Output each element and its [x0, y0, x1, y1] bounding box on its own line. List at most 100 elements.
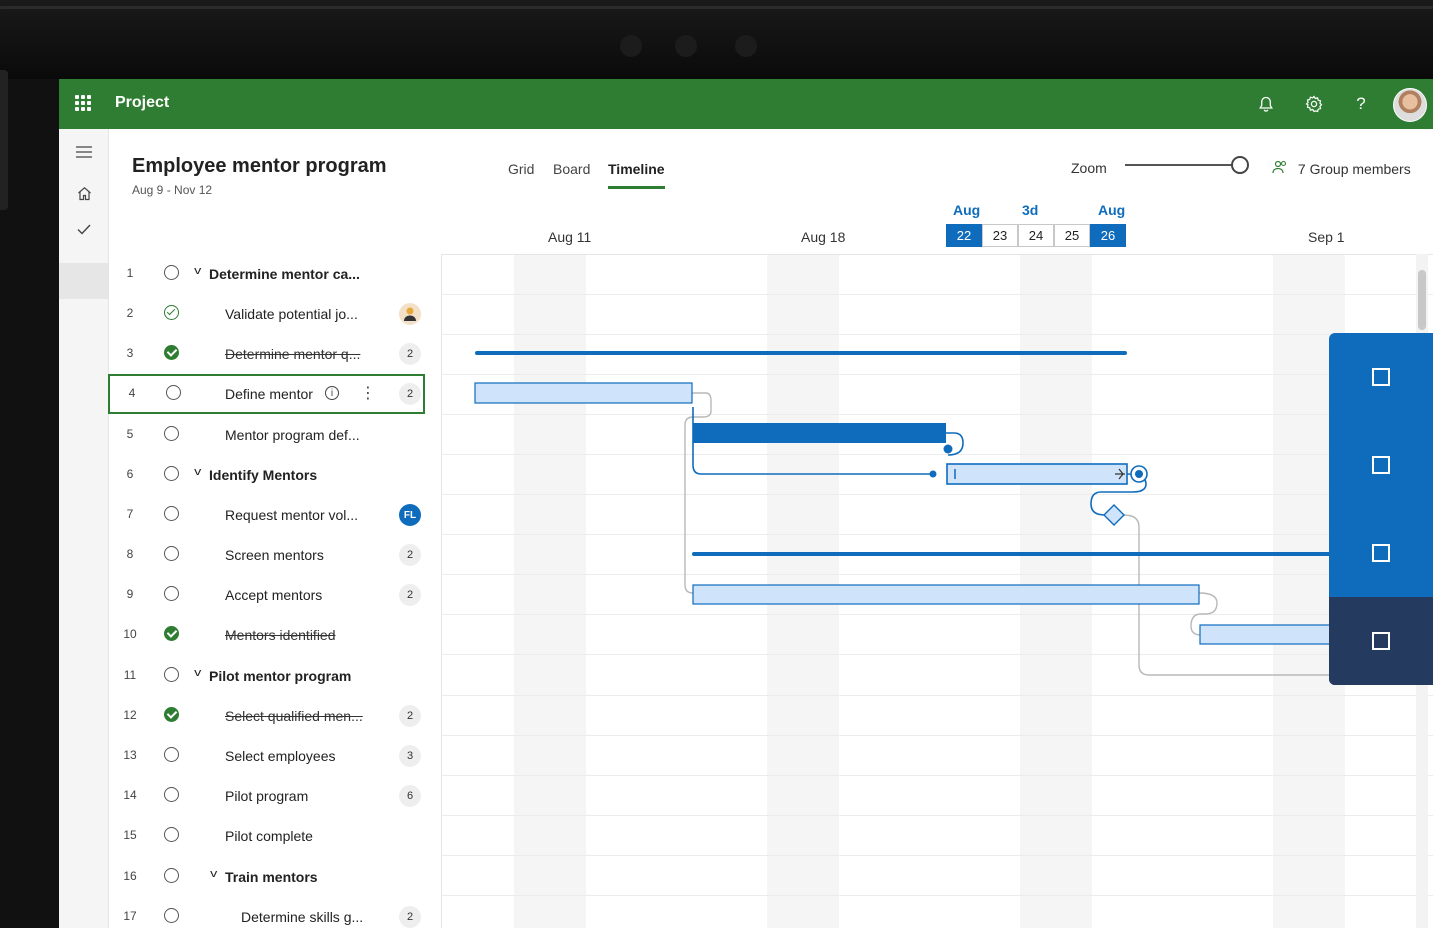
hamburger-menu-icon[interactable]	[71, 139, 97, 165]
task-info-icon[interactable]: i	[325, 386, 339, 400]
collapse-chevron-icon[interactable]: v	[194, 466, 201, 478]
task-row[interactable]: 15 Pilot complete	[108, 816, 441, 856]
notifications-bell-icon[interactable]	[1253, 91, 1279, 117]
task-row[interactable]: 3 Determine mentor q... 2	[108, 334, 441, 374]
assignee-avatar[interactable]	[399, 303, 421, 325]
assignee-count-badge[interactable]: 2	[399, 584, 421, 606]
task-row[interactable]: 11 v Pilot mentor program	[108, 656, 441, 696]
zoom-slider-track[interactable]	[1125, 164, 1237, 166]
task-status-circle[interactable]	[164, 868, 179, 883]
task-name[interactable]: Define mentor	[225, 386, 313, 402]
task-status-circle[interactable]	[166, 385, 181, 400]
assignee-count-badge[interactable]: 2	[399, 705, 421, 727]
assignee-count-badge[interactable]: 2	[399, 383, 421, 405]
settings-gear-icon[interactable]	[1301, 91, 1327, 117]
task-name[interactable]: Identify Mentors	[209, 467, 317, 483]
square-icon	[1372, 632, 1390, 650]
task-row[interactable]: 8 Screen mentors 2	[108, 535, 441, 575]
task-row[interactable]: 7 Request mentor vol... FL	[108, 495, 441, 535]
assignee-initials-badge[interactable]: FL	[399, 504, 421, 526]
task-name[interactable]: Mentor program def...	[225, 427, 360, 443]
task-name[interactable]: Train mentors	[225, 869, 318, 885]
task-status-circle[interactable]	[164, 426, 179, 441]
task-row[interactable]: 14 Pilot program 6	[108, 776, 441, 816]
task-name[interactable]: Validate potential jo...	[225, 306, 358, 322]
panel-square-button[interactable]	[1329, 509, 1433, 597]
task-row[interactable]: 1 v Determine mentor ca...	[108, 254, 441, 294]
task-status-circle[interactable]	[164, 707, 179, 722]
panel-square-button-active[interactable]	[1329, 597, 1433, 685]
task-status-circle[interactable]	[164, 506, 179, 521]
task-row[interactable]: 13 Select employees 3	[108, 736, 441, 776]
task-row[interactable]: 12 Select qualified men... 2	[108, 696, 441, 736]
task-name[interactable]: Determine skills g...	[241, 909, 363, 925]
task-name[interactable]: Accept mentors	[225, 587, 322, 603]
summary-bar[interactable]	[475, 351, 1127, 355]
assignee-count-badge[interactable]: 2	[399, 906, 421, 928]
collapse-chevron-icon[interactable]: v	[210, 868, 217, 880]
home-icon[interactable]	[71, 180, 97, 206]
collapse-chevron-icon[interactable]: v	[194, 667, 201, 679]
task-status-circle[interactable]	[164, 667, 179, 682]
task-name[interactable]: Pilot mentor program	[209, 668, 351, 684]
user-avatar[interactable]	[1393, 88, 1427, 122]
panel-square-button[interactable]	[1329, 421, 1433, 509]
task-bar-selected[interactable]	[946, 463, 1128, 485]
task-name[interactable]: Mentors identified	[225, 627, 336, 643]
tab-board[interactable]: Board	[553, 161, 590, 177]
task-row[interactable]: 5 Mentor program def...	[108, 415, 441, 455]
app-title[interactable]: Project	[115, 94, 169, 112]
assignee-count-badge[interactable]: 2	[399, 544, 421, 566]
help-question-icon[interactable]: ?	[1348, 91, 1374, 117]
dependency-dot[interactable]	[929, 470, 937, 478]
task-name[interactable]: Pilot complete	[225, 828, 313, 844]
assignee-count-badge[interactable]: 2	[399, 343, 421, 365]
task-bar-completed[interactable]	[693, 423, 946, 443]
task-status-circle[interactable]	[164, 345, 179, 360]
assignee-count-badge[interactable]: 3	[399, 745, 421, 767]
task-status-circle[interactable]	[164, 466, 179, 481]
task-name[interactable]: Determine mentor q...	[225, 346, 360, 362]
group-members-button[interactable]: 7 Group members	[1272, 160, 1411, 177]
task-row[interactable]: 16 v Train mentors	[108, 857, 441, 897]
task-name[interactable]: Request mentor vol...	[225, 507, 358, 523]
bezel-side	[0, 70, 8, 210]
task-status-circle[interactable]	[164, 827, 179, 842]
task-bar[interactable]	[474, 382, 693, 404]
task-row[interactable]: 9 Accept mentors 2	[108, 575, 441, 615]
task-status-circle[interactable]	[164, 908, 179, 923]
task-bar[interactable]	[692, 584, 1200, 605]
panel-square-button[interactable]	[1329, 333, 1433, 421]
task-status-circle[interactable]	[164, 265, 179, 280]
task-name[interactable]: Select employees	[225, 748, 336, 764]
my-tasks-checkmark-icon[interactable]	[71, 216, 97, 242]
task-status-circle[interactable]	[164, 546, 179, 561]
tab-timeline[interactable]: Timeline	[608, 161, 665, 177]
summary-bar[interactable]	[692, 552, 1433, 556]
more-options-icon[interactable]: ⋮	[360, 383, 376, 403]
task-status-circle[interactable]	[164, 747, 179, 762]
task-name[interactable]: Pilot program	[225, 788, 308, 804]
task-name[interactable]: Select qualified men...	[225, 708, 363, 724]
assignee-count-badge[interactable]: 6	[399, 785, 421, 807]
task-row[interactable]: 10 Mentors identified	[108, 615, 441, 655]
task-row-selected[interactable]: 4 Define mentor i ⋮ 2	[108, 374, 425, 414]
collapse-chevron-icon[interactable]: v	[194, 265, 201, 277]
project-title[interactable]: Employee mentor program	[132, 155, 387, 178]
zoom-slider-thumb[interactable]	[1231, 156, 1249, 174]
task-row[interactable]: 6 v Identify Mentors	[108, 455, 441, 495]
tab-grid[interactable]: Grid	[508, 161, 534, 177]
task-name[interactable]: Determine mentor ca...	[209, 266, 360, 282]
milestone-diamond[interactable]	[1103, 504, 1125, 526]
app-launcher-icon[interactable]	[75, 95, 91, 111]
task-status-circle[interactable]	[164, 305, 179, 320]
scrollbar-thumb[interactable]	[1418, 270, 1426, 330]
task-status-circle[interactable]	[164, 586, 179, 601]
dependency-dot[interactable]	[943, 444, 953, 454]
task-status-circle[interactable]	[164, 626, 179, 641]
task-name[interactable]: Screen mentors	[225, 547, 324, 563]
task-row[interactable]: 2 Validate potential jo...	[108, 294, 441, 334]
task-row[interactable]: 17 Determine skills g... 2	[108, 897, 441, 928]
task-status-circle[interactable]	[164, 787, 179, 802]
square-icon	[1372, 456, 1390, 474]
